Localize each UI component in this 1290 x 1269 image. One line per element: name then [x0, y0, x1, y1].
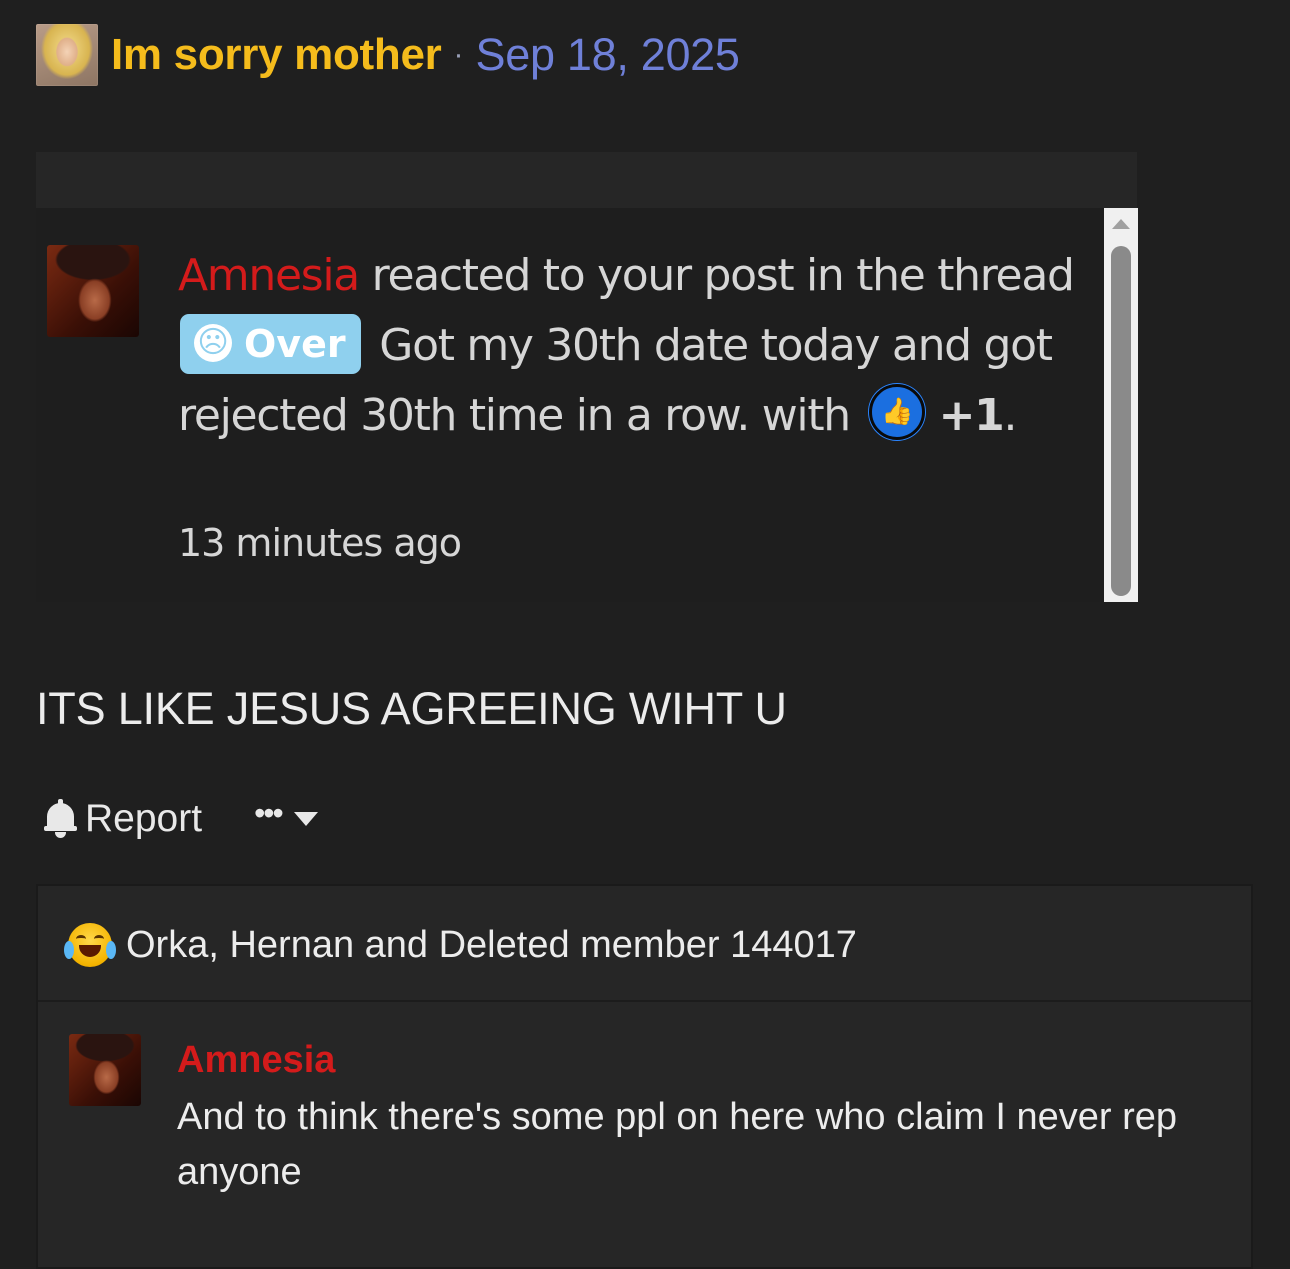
alert-username: Amnesia [178, 250, 360, 301]
comment-avatar[interactable] [69, 1034, 141, 1106]
scroll-thumb [1111, 246, 1131, 596]
header-separator: · [453, 38, 464, 71]
chevron-down-icon[interactable] [293, 812, 318, 826]
bell-icon [44, 799, 77, 839]
sad-face-icon: ☹ [194, 323, 232, 362]
alert-text: Amnesia reacted to your post in the thre… [178, 241, 1078, 451]
alert-text-part-1: reacted to your post in the thread [358, 250, 1075, 301]
embedded-screenshot-header [36, 152, 1137, 208]
divider [38, 1000, 1251, 1002]
reactions-summary[interactable]: Orka, Hernan and Deleted member 144017 [126, 924, 857, 967]
alert-avatar [47, 245, 139, 337]
post-message: ITS LIKE JESUS AGREEING WIHT U [36, 683, 787, 734]
reaction-count: +1 [938, 390, 1005, 441]
thread-prefix-badge: ☹ Over [180, 314, 361, 374]
thumbs-up-icon: 👍 [868, 384, 925, 440]
author-username[interactable]: Im sorry mother [111, 30, 442, 80]
reactions-bar[interactable]: Orka, Hernan and Deleted member 144017 [64, 920, 857, 970]
scroll-up-arrow-icon [1112, 219, 1130, 229]
post-header: Im sorry mother · Sep 18, 2025 [36, 24, 740, 86]
thread-prefix-label: Over [244, 322, 346, 366]
laughing-crying-icon [64, 923, 116, 967]
post-date[interactable]: Sep 18, 2025 [476, 29, 740, 81]
embedded-scrollbar [1104, 208, 1138, 602]
alert-text-part-3: . [1003, 390, 1017, 441]
more-options-button[interactable]: ••• [254, 795, 284, 832]
comment-username[interactable]: Amnesia [177, 1039, 335, 1082]
author-avatar[interactable] [36, 24, 98, 86]
post-actions: Report ••• [44, 793, 318, 845]
comment-text: And to think there's some ppl on here wh… [177, 1096, 1178, 1193]
report-button[interactable]: Report [85, 797, 202, 841]
alert-time: 13 minutes ago [178, 521, 462, 565]
